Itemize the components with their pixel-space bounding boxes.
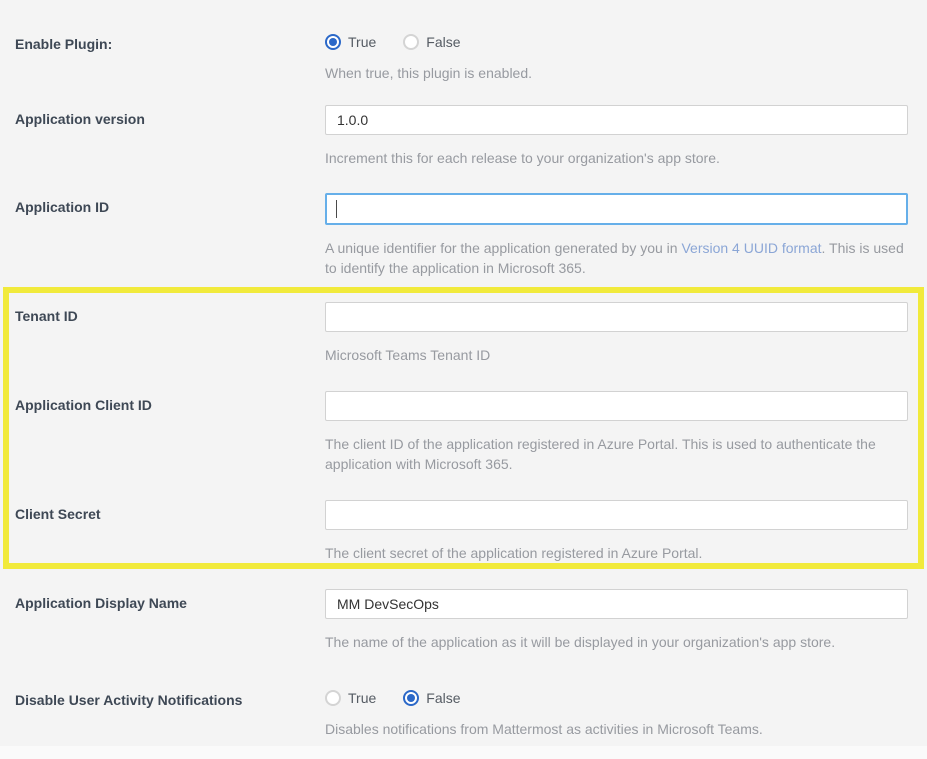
form-row-application-display-name: Application Display Name The name of the…	[0, 589, 927, 652]
application-client-id-input[interactable]	[325, 391, 908, 421]
application-display-name-input[interactable]	[325, 589, 908, 619]
application-id-input[interactable]	[325, 193, 908, 225]
radio-selected-icon	[403, 690, 419, 706]
application-client-id-help: The client ID of the application registe…	[325, 434, 908, 474]
text-caret	[336, 200, 337, 218]
application-version-help: Increment this for each release to your …	[325, 148, 908, 168]
disable-notifications-help: Disables notifications from Mattermost a…	[325, 719, 908, 739]
tenant-id-input[interactable]	[325, 302, 908, 332]
radio-true-label: True	[348, 34, 376, 50]
help-text-before: A unique identifier for the application …	[325, 240, 681, 256]
radio-false-label: False	[426, 690, 460, 706]
form-row-enable-plugin: Enable Plugin: True False When true, thi…	[0, 30, 927, 83]
highlight-box: Tenant ID Microsoft Teams Tenant ID Appl…	[3, 287, 924, 569]
enable-plugin-radio-false[interactable]: False	[403, 34, 460, 50]
tenant-id-help: Microsoft Teams Tenant ID	[325, 345, 908, 365]
application-version-input[interactable]	[325, 105, 908, 135]
plugin-settings-form: Enable Plugin: True False When true, thi…	[0, 0, 927, 739]
radio-unselected-icon	[403, 34, 419, 50]
form-row-application-client-id: Application Client ID The client ID of t…	[9, 391, 918, 474]
client-secret-input[interactable]	[325, 500, 908, 530]
enable-plugin-label: Enable Plugin:	[15, 35, 112, 54]
enable-plugin-radio-true[interactable]: True	[325, 34, 376, 50]
application-client-id-label: Application Client ID	[15, 396, 152, 415]
application-id-help: A unique identifier for the application …	[325, 238, 908, 278]
radio-true-label: True	[348, 690, 376, 706]
client-secret-label: Client Secret	[15, 505, 101, 524]
application-version-label: Application version	[15, 110, 145, 129]
form-row-client-secret: Client Secret The client secret of the a…	[9, 500, 918, 563]
form-row-application-version: Application version Increment this for e…	[0, 105, 927, 168]
tenant-id-label: Tenant ID	[15, 307, 78, 326]
client-secret-help: The client secret of the application reg…	[325, 543, 908, 563]
radio-unselected-icon	[325, 690, 341, 706]
radio-selected-icon	[325, 34, 341, 50]
enable-plugin-radio-group: True False	[325, 30, 908, 50]
application-id-label: Application ID	[15, 198, 109, 217]
form-row-disable-notifications: Disable User Activity Notifications True…	[0, 686, 927, 739]
form-row-tenant-id: Tenant ID Microsoft Teams Tenant ID	[9, 302, 918, 365]
disable-notifications-radio-group: True False	[325, 686, 908, 706]
bottom-strip	[0, 746, 927, 759]
application-display-name-label: Application Display Name	[15, 594, 187, 613]
uuid-format-link[interactable]: Version 4 UUID format	[681, 240, 821, 256]
disable-notifications-radio-true[interactable]: True	[325, 690, 376, 706]
disable-notifications-radio-false[interactable]: False	[403, 690, 460, 706]
form-row-application-id: Application ID A unique identifier for t…	[0, 193, 927, 278]
radio-false-label: False	[426, 34, 460, 50]
disable-notifications-label: Disable User Activity Notifications	[15, 691, 242, 710]
enable-plugin-help: When true, this plugin is enabled.	[325, 63, 908, 83]
application-display-name-help: The name of the application as it will b…	[325, 632, 908, 652]
